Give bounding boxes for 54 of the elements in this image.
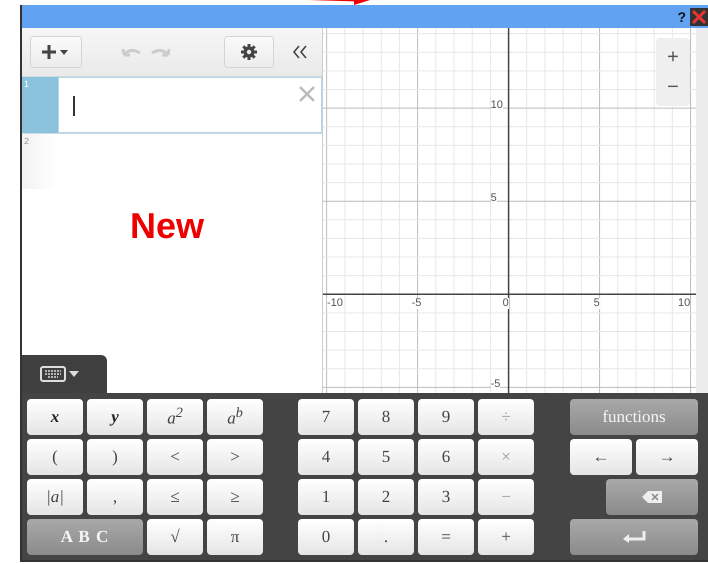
enter-button[interactable] [570, 519, 698, 555]
key[interactable]: 6 [418, 439, 474, 475]
key[interactable]: ( [27, 439, 83, 475]
close-icon[interactable] [690, 8, 708, 26]
key[interactable]: ) [87, 439, 143, 475]
text-cursor [73, 96, 75, 116]
key[interactable]: √ [147, 519, 203, 555]
plus-caret-icon [41, 44, 71, 60]
settings-icon [241, 44, 257, 60]
key[interactable]: |a| [27, 479, 83, 515]
key[interactable]: + [478, 519, 534, 555]
axis-tick-label: 10 [678, 298, 690, 310]
key[interactable]: 4 [298, 439, 354, 475]
axis-tick-label: 10 [490, 100, 503, 112]
key[interactable]: = [418, 519, 474, 555]
keyboard-toggle[interactable] [22, 355, 107, 393]
key[interactable]: x [27, 399, 83, 435]
key[interactable]: > [207, 439, 263, 475]
key[interactable]: < [147, 439, 203, 475]
key[interactable]: 5 [358, 439, 414, 475]
key[interactable]: a$^{2}$ [147, 399, 203, 435]
key[interactable]: a$^{b}$ [207, 399, 263, 435]
settings-button[interactable] [224, 36, 274, 68]
key[interactable]: 3 [418, 479, 474, 515]
backspace-icon [641, 490, 663, 504]
key[interactable]: → [636, 439, 698, 475]
key[interactable]: 2 [358, 479, 414, 515]
annotation-text: New [130, 205, 204, 246]
axis-tick-label: -5 [412, 298, 422, 310]
key[interactable]: ← [570, 439, 632, 475]
axis-tick-label: -10 [327, 298, 343, 310]
key[interactable]: y [87, 399, 143, 435]
keyboard-caret-icon [40, 366, 80, 382]
key[interactable]: , [87, 479, 143, 515]
key[interactable]: 7 [298, 399, 354, 435]
key[interactable]: ≥ [207, 479, 263, 515]
key[interactable]: . [358, 519, 414, 555]
zoom-out-button[interactable]: − [656, 72, 690, 102]
axis-tick-label: -5 [490, 379, 500, 390]
enter-icon [621, 530, 647, 544]
key[interactable]: 9 [418, 399, 474, 435]
key[interactable]: ≤ [147, 479, 203, 515]
double-chevron-icon[interactable] [292, 45, 308, 59]
key[interactable]: 8 [358, 399, 414, 435]
key[interactable]: 1 [298, 479, 354, 515]
expression-input[interactable] [58, 77, 322, 133]
help-button[interactable]: ? [677, 8, 686, 24]
axis-tick-label: 5 [594, 298, 600, 310]
key[interactable]: 0 [298, 519, 354, 555]
zoom-in-button[interactable]: + [656, 42, 690, 72]
add-button[interactable] [30, 36, 82, 68]
key[interactable]: π [207, 519, 263, 555]
axis-tick-label: 0 [502, 298, 509, 310]
backspace-button[interactable] [606, 479, 698, 515]
